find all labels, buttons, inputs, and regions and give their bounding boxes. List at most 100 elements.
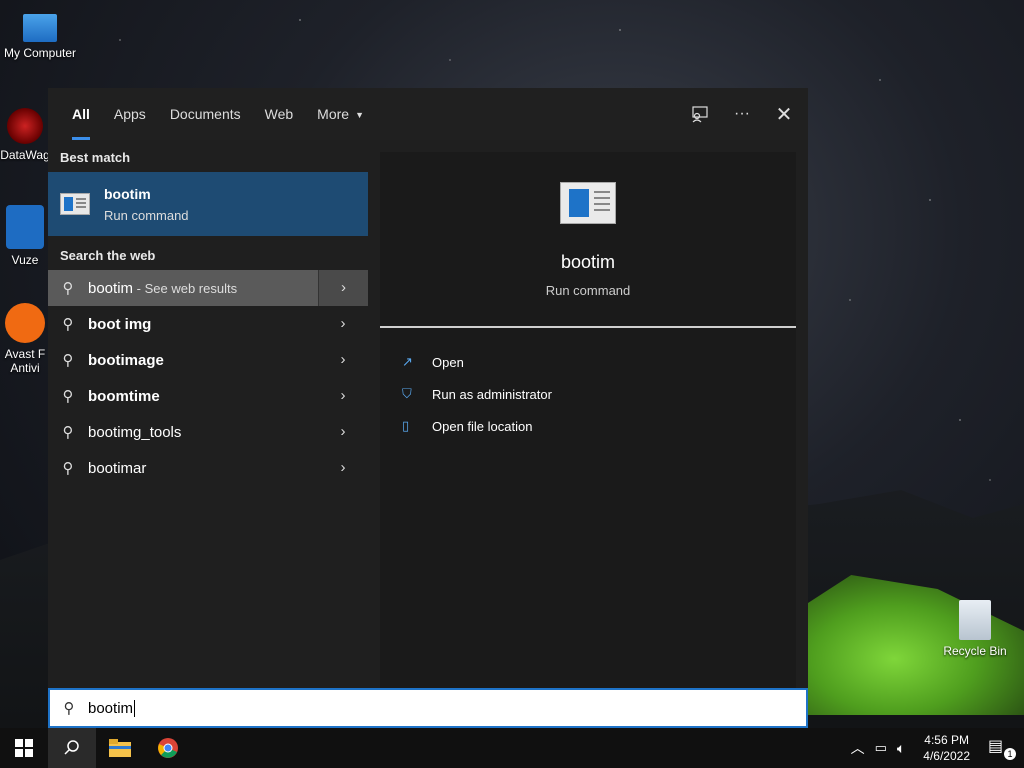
web-result-query: bootimar: [88, 459, 147, 477]
desktop-icon-label: Avast F Antivi: [4, 347, 46, 375]
chevron-right-icon[interactable]: ›: [318, 270, 368, 306]
notification-icon: ▤: [988, 738, 1004, 755]
run-command-icon: [560, 182, 616, 224]
web-result-query: bootim: [88, 279, 134, 297]
web-result-item[interactable]: ⚲ boomtime ›: [48, 378, 368, 414]
search-icon: ⚲: [62, 280, 74, 297]
close-button[interactable]: ✕: [770, 100, 798, 128]
preview-title: bootim: [560, 252, 616, 272]
web-result-item[interactable]: ⚲ bootim - See web results ›: [48, 270, 368, 306]
volume-icon[interactable]: 🔈︎: [897, 740, 905, 757]
web-result-query: bootimage: [88, 351, 164, 369]
action-open[interactable]: ↗ Open: [380, 346, 796, 378]
action-label: Open file location: [432, 418, 533, 434]
chevron-right-icon[interactable]: ›: [318, 414, 368, 450]
tab-label: Apps: [113, 106, 146, 122]
search-icon: ⚲: [62, 388, 74, 405]
web-result-query: boomtime: [88, 387, 160, 405]
clock-time: 4:56 PM: [924, 733, 969, 747]
action-label: Run as administrator: [432, 386, 552, 402]
text-cursor: [134, 699, 136, 717]
preview-actions: ↗ Open ⛉ Run as administrator ▯ Open fil…: [380, 328, 796, 442]
computer-icon: [23, 14, 57, 42]
search-icon: ⚲: [62, 316, 74, 333]
search-icon: ⚲: [62, 460, 74, 477]
feedback-button[interactable]: [686, 100, 714, 128]
clock[interactable]: 4:56 PM 4/6/2022: [915, 732, 978, 764]
best-match-item[interactable]: bootim Run command: [48, 172, 368, 236]
tab-web[interactable]: Web: [253, 88, 306, 140]
open-icon: ↗: [402, 354, 413, 369]
web-result-item[interactable]: ⚲ bootimar ›: [48, 450, 368, 486]
web-result-item[interactable]: ⚲ bootimg_tools ›: [48, 414, 368, 450]
chevron-right-icon[interactable]: ›: [318, 306, 368, 342]
recycle-bin-icon: [959, 600, 991, 640]
chrome-button[interactable]: [144, 728, 192, 768]
search-icon: ⚲: [62, 352, 74, 369]
feedback-icon: [692, 106, 708, 123]
web-result-query: boot img: [88, 315, 152, 333]
tab-label: Documents: [169, 106, 241, 122]
notification-count: 1: [1004, 748, 1016, 760]
tab-more[interactable]: More ▼: [305, 88, 376, 140]
web-result-item[interactable]: ⚲ boot img ›: [48, 306, 368, 342]
file-explorer-button[interactable]: [96, 728, 144, 768]
action-run-as-admin[interactable]: ⛉ Run as administrator: [380, 378, 796, 410]
best-match-type: Run command: [104, 207, 189, 223]
preview-pane: bootim Run command ↗ Open ⛉ Run as admin…: [380, 152, 796, 688]
desktop-icon-my-computer[interactable]: My Computer: [0, 10, 80, 60]
tab-label: Web: [264, 106, 294, 122]
desktop-icon-vuze[interactable]: Vuze: [0, 205, 50, 267]
desktop-icon-recycle-bin[interactable]: Recycle Bin: [935, 600, 1015, 658]
chevron-right-icon[interactable]: ›: [318, 450, 368, 486]
chevron-down-icon: ▼: [355, 110, 364, 121]
chrome-icon: [158, 738, 178, 758]
best-match-name: bootim: [104, 185, 151, 202]
web-result-query: bootimg_tools: [88, 423, 182, 441]
network-icon[interactable]: ▭: [875, 740, 887, 756]
tab-label: More: [317, 106, 350, 122]
avast-icon: [5, 303, 45, 343]
tab-apps[interactable]: Apps: [102, 88, 158, 140]
search-icon: ⚲: [62, 424, 74, 441]
taskbar: ︿ ▭ 🔈︎ 4:56 PM 4/6/2022 ▤ 1: [0, 728, 1024, 768]
action-label: Open: [432, 354, 464, 370]
web-result-item[interactable]: ⚲ bootimage ›: [48, 342, 368, 378]
desktop-icon-label: Recycle Bin: [943, 644, 1007, 658]
run-command-icon: [60, 193, 90, 215]
best-match-heading: Best match: [60, 150, 131, 165]
desktop-icon-avast[interactable]: Avast F Antivi: [0, 303, 50, 375]
action-open-file-location[interactable]: ▯ Open file location: [380, 410, 796, 442]
search-icon: ⚲: [63, 700, 75, 717]
desktop-icon-label: My Computer: [3, 46, 77, 60]
windows-icon: [15, 739, 33, 757]
notifications-button[interactable]: ▤ 1: [988, 736, 1016, 760]
tab-label: All: [72, 106, 90, 122]
search-button[interactable]: [48, 728, 96, 768]
chevron-up-icon[interactable]: ︿: [851, 738, 865, 758]
chevron-right-icon[interactable]: ›: [318, 378, 368, 414]
shield-icon: ⛉: [402, 386, 412, 401]
preview-subtitle: Run command: [545, 283, 631, 298]
close-icon: ✕: [775, 103, 793, 126]
file-location-icon: ▯: [402, 418, 410, 433]
folder-icon: [109, 739, 131, 757]
ellipsis-icon: ···: [734, 105, 750, 122]
tab-all[interactable]: All: [60, 88, 102, 140]
vuze-icon: [6, 205, 44, 249]
search-input[interactable]: bootim: [88, 700, 133, 717]
desktop-icon-datawag[interactable]: DataWag: [0, 108, 50, 162]
desktop-icon-label: Vuze: [11, 253, 39, 267]
search-tabs: All Apps Documents Web More ▼ ··· ✕: [48, 88, 808, 140]
search-box[interactable]: ⚲ bootim: [48, 688, 808, 728]
tab-documents[interactable]: Documents: [158, 88, 253, 140]
web-result-suffix: - See web results: [133, 280, 238, 296]
more-options-button[interactable]: ···: [728, 100, 756, 128]
datawag-icon: [7, 108, 43, 144]
search-panel: All Apps Documents Web More ▼ ··· ✕ Best …: [48, 88, 808, 688]
start-button[interactable]: [0, 728, 48, 768]
chevron-right-icon[interactable]: ›: [318, 342, 368, 378]
search-web-heading: Search the web: [60, 248, 156, 263]
system-tray: ︿ ▭ 🔈︎ 4:56 PM 4/6/2022 ▤ 1: [851, 728, 1024, 768]
search-icon: [64, 740, 79, 755]
